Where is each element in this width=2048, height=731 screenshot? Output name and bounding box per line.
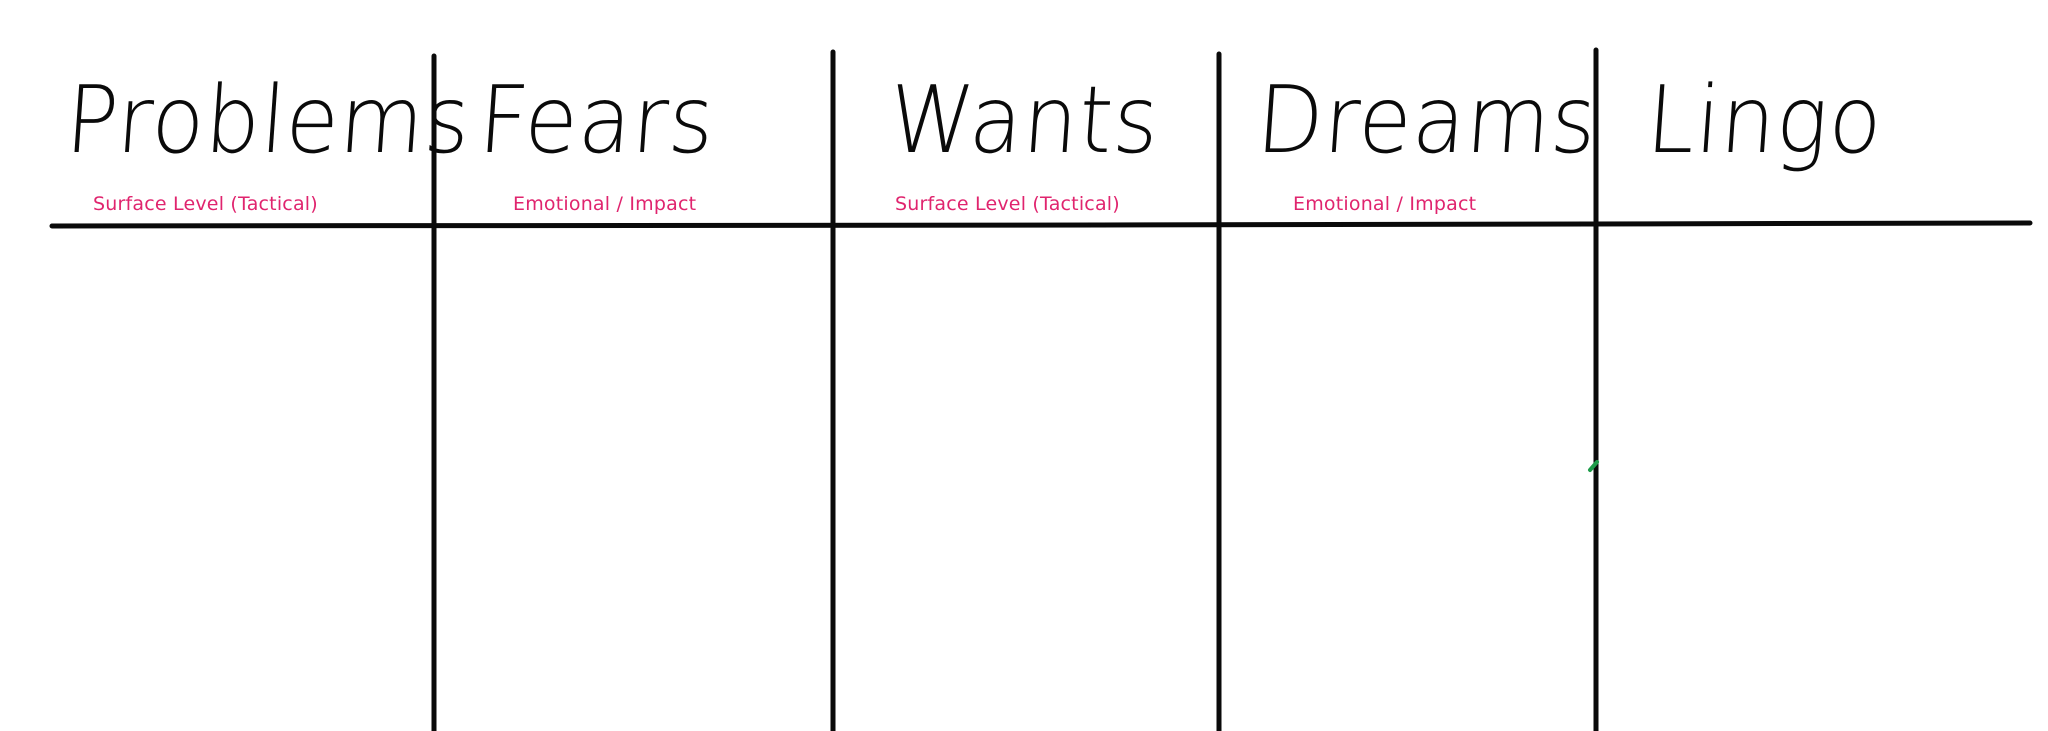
- column-heading-wants: Wants: [885, 66, 1164, 175]
- column-subheading-wants: Surface Level (Tactical): [895, 193, 1120, 215]
- column-divider-4: [1593, 47, 1599, 731]
- column-heading-problems: Problems: [62, 66, 475, 175]
- whiteboard: Problems Surface Level (Tactical) Fears …: [0, 0, 2048, 731]
- column-subheading-dreams: Emotional / Impact: [1293, 193, 1477, 215]
- column-subheading-fears: Emotional / Impact: [513, 193, 697, 215]
- column-heading-lingo: Lingo: [1643, 66, 1887, 175]
- column-heading-dreams: Dreams: [1253, 66, 1601, 175]
- header-rule: [49, 220, 2033, 229]
- column-heading-fears: Fears: [475, 66, 719, 175]
- column-divider-2: [830, 49, 836, 731]
- column-subheading-problems: Surface Level (Tactical): [93, 193, 318, 215]
- column-divider-3: [1216, 51, 1222, 731]
